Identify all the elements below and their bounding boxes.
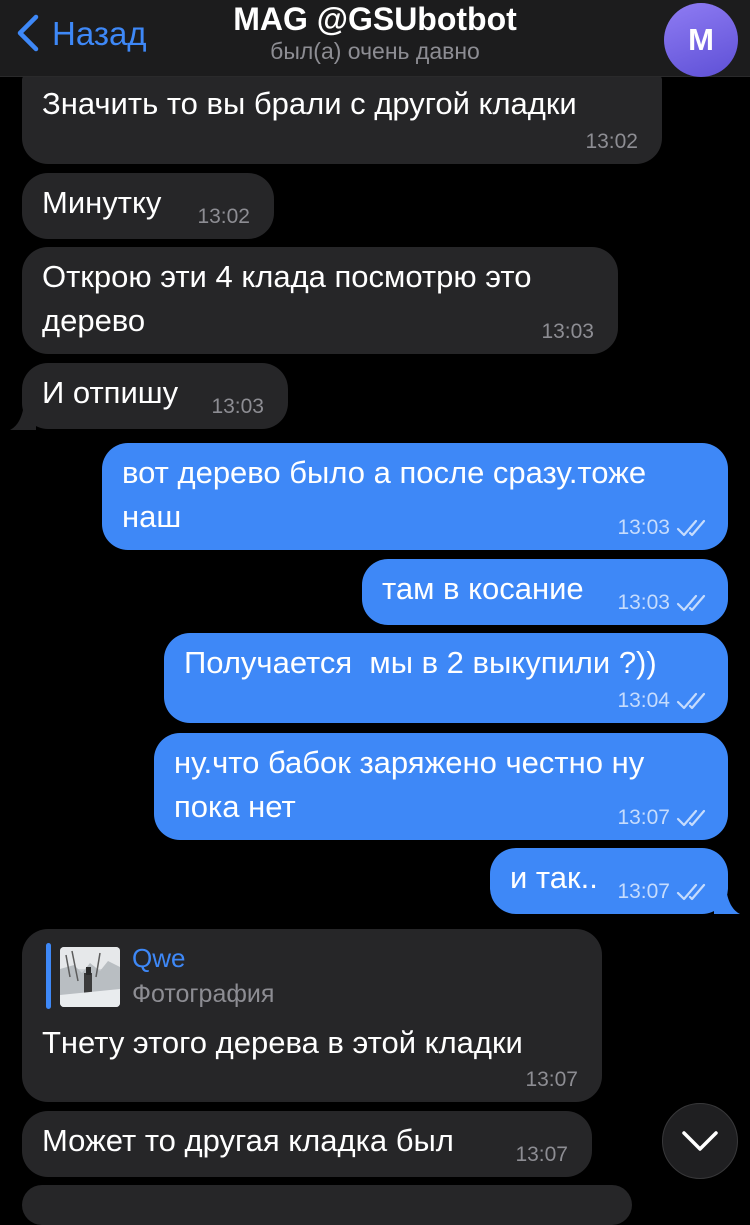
double-check-icon <box>676 594 706 612</box>
message-outgoing[interactable]: ну.что бабок заряжено честно ну пока нет… <box>154 733 728 840</box>
message-incoming-partial[interactable] <box>22 1185 632 1225</box>
chat-title-area[interactable]: MAG @GSUbotbot был(а) очень давно <box>0 2 750 66</box>
message-time: 13:03 <box>617 516 670 539</box>
reply-text: Фотография <box>132 980 275 1008</box>
double-check-icon <box>676 519 706 537</box>
scroll-down-button[interactable] <box>662 1103 738 1179</box>
message-incoming-reply[interactable]: Qwe Фотография Тнету этого дерева в этой… <box>22 929 602 1102</box>
message-time: 13:07 <box>525 1068 578 1091</box>
message-time: 13:03 <box>617 591 670 614</box>
message-text: Может то другая кладка был <box>42 1123 454 1158</box>
avatar[interactable]: M <box>664 3 738 77</box>
message-text: Открою эти 4 клада посмотрю это дерево <box>42 259 532 338</box>
reply-author: Qwe <box>132 943 186 973</box>
reply-bar <box>46 943 51 1009</box>
message-outgoing[interactable]: там в косание 13:03 <box>362 559 728 625</box>
message-time: 13:07 <box>515 1143 568 1166</box>
chat-status: был(а) очень давно <box>270 38 480 64</box>
double-check-icon <box>676 809 706 827</box>
message-time: 13:07 <box>617 806 670 829</box>
message-time: 13:03 <box>541 320 594 343</box>
reply-preview[interactable]: Qwe Фотография <box>46 943 446 1009</box>
message-time: 13:02 <box>197 205 250 228</box>
message-time: 13:04 <box>617 689 670 712</box>
message-time: 13:02 <box>585 130 638 153</box>
message-outgoing[interactable]: Получается мы в 2 выкупили ?)) 13:04 <box>164 633 728 723</box>
message-outgoing[interactable]: вот дерево было а после сразу.тоже наш 1… <box>102 443 728 550</box>
message-text: Минутку <box>42 185 162 220</box>
message-text: там в косание <box>382 571 584 606</box>
message-incoming[interactable]: Может то другая кладка был 13:07 <box>22 1111 592 1177</box>
chat-header: Назад MAG @GSUbotbot был(а) очень давно <box>0 0 750 77</box>
message-text: Значить то вы брали с другой кладки <box>42 86 577 121</box>
message-text: и так.. <box>510 860 598 895</box>
message-text: И отпишу <box>42 375 179 410</box>
message-text: Получается мы в 2 выкупили ?)) <box>184 645 657 680</box>
message-time: 13:03 <box>211 395 264 418</box>
message-time: 13:07 <box>617 880 670 903</box>
message-incoming[interactable]: Минутку 13:02 <box>22 173 274 239</box>
chevron-down-icon <box>682 1131 718 1151</box>
chat-title: MAG @GSUbotbot <box>233 1 517 37</box>
double-check-icon <box>676 883 706 901</box>
message-incoming[interactable]: Значить то вы брали с другой кладки 13:0… <box>22 74 662 164</box>
reply-photo-thumbnail <box>60 947 120 1007</box>
message-outgoing[interactable]: и так.. 13:07 <box>490 848 728 914</box>
message-text: Тнету этого дерева в этой кладки <box>42 1025 523 1060</box>
avatar-letter: M <box>688 22 714 57</box>
message-incoming[interactable]: И отпишу 13:03 <box>22 363 288 429</box>
message-incoming[interactable]: Открою эти 4 клада посмотрю это дерево 1… <box>22 247 618 354</box>
double-check-icon <box>676 692 706 710</box>
